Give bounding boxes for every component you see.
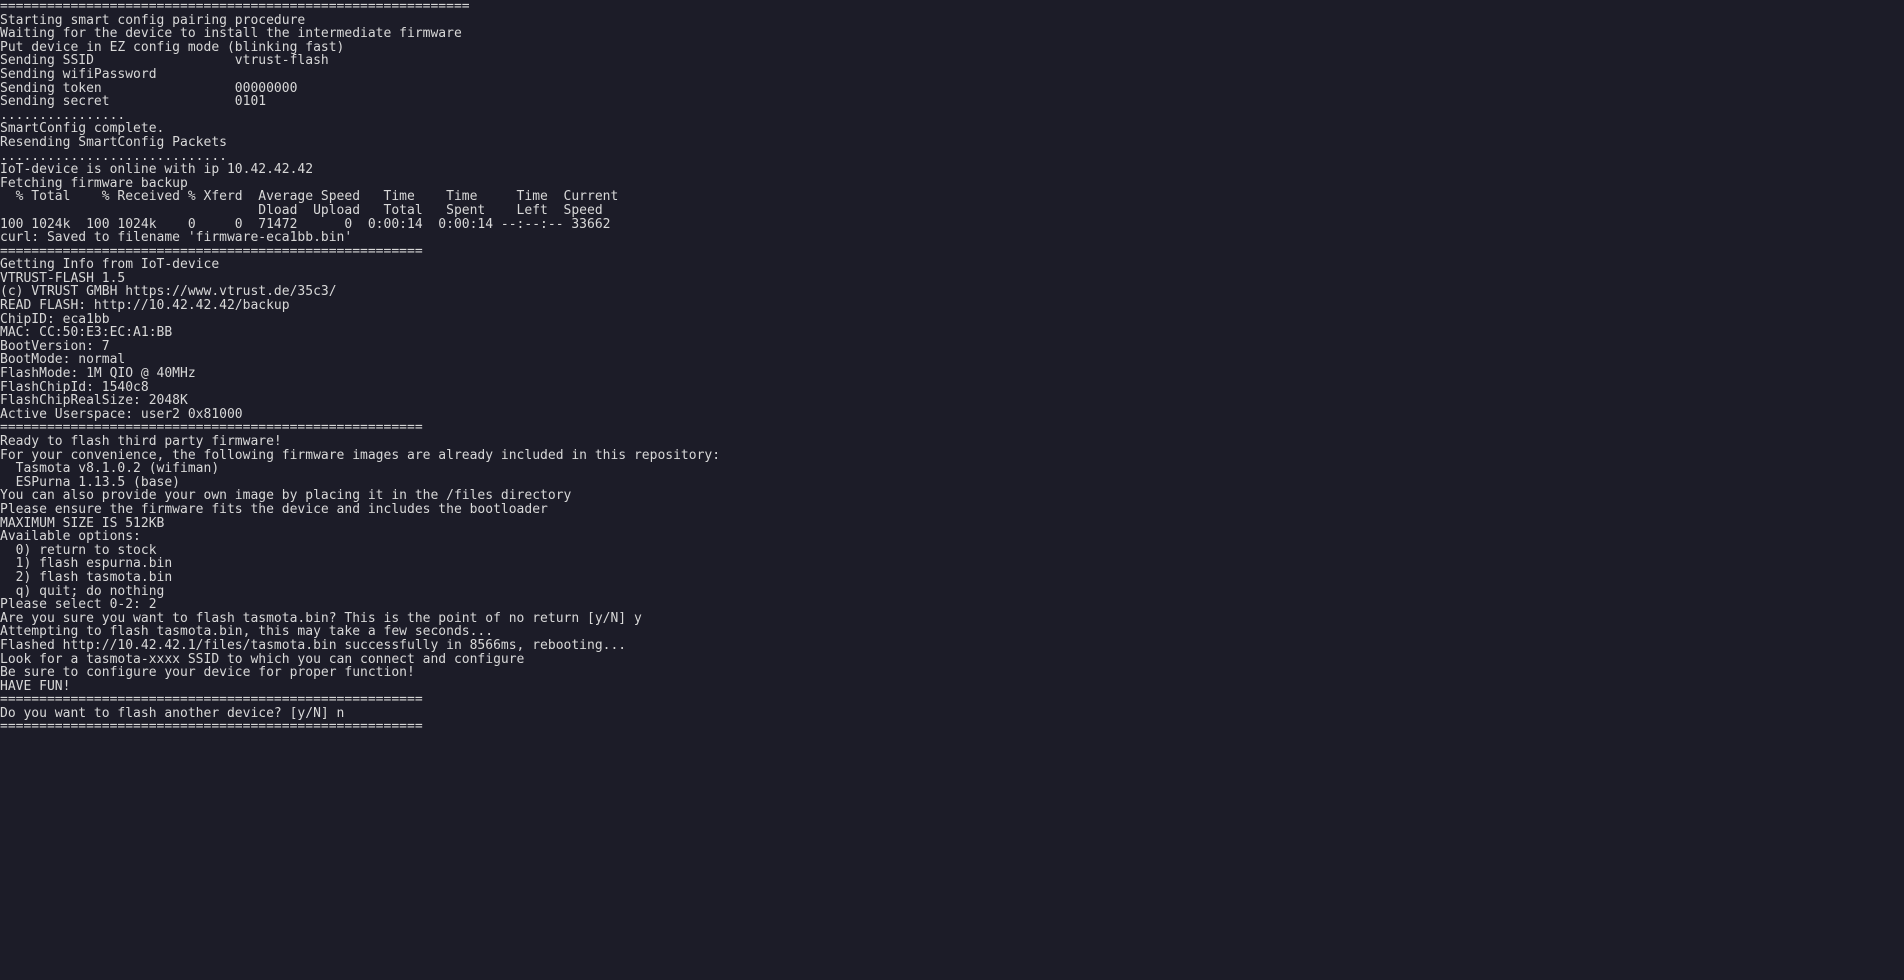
terminal-line: Getting Info from IoT-device bbox=[0, 258, 1904, 272]
terminal-line: Sending SSID vtrust-flash bbox=[0, 54, 1904, 68]
terminal-line: Please select 0-2: 2 bbox=[0, 598, 1904, 612]
terminal-line: Flashed http://10.42.42.1/files/tasmota.… bbox=[0, 639, 1904, 653]
terminal-line: q) quit; do nothing bbox=[0, 585, 1904, 599]
terminal-line: Resending SmartConfig Packets bbox=[0, 136, 1904, 150]
terminal-line: HAVE FUN! bbox=[0, 680, 1904, 694]
terminal-line: ========================================… bbox=[0, 0, 1904, 14]
terminal-line: 1) flash espurna.bin bbox=[0, 557, 1904, 571]
terminal-line: FlashChipRealSize: 2048K bbox=[0, 394, 1904, 408]
terminal-line: Waiting for the device to install the in… bbox=[0, 27, 1904, 41]
terminal-line: MAXIMUM SIZE IS 512KB bbox=[0, 517, 1904, 531]
terminal-line: You can also provide your own image by p… bbox=[0, 489, 1904, 503]
terminal-line: ESPurna 1.13.5 (base) bbox=[0, 476, 1904, 490]
terminal-line: Available options: bbox=[0, 530, 1904, 544]
terminal-line: ========================================… bbox=[0, 421, 1904, 435]
terminal-line: ========================================… bbox=[0, 693, 1904, 707]
terminal-line: Dload Upload Total Spent Left Speed bbox=[0, 204, 1904, 218]
terminal-line: 0) return to stock bbox=[0, 544, 1904, 558]
terminal-line: Sending secret 0101 bbox=[0, 95, 1904, 109]
terminal-line: (c) VTRUST GMBH https://www.vtrust.de/35… bbox=[0, 285, 1904, 299]
terminal-line: curl: Saved to filename 'firmware-eca1bb… bbox=[0, 231, 1904, 245]
terminal-line: ............................. bbox=[0, 150, 1904, 164]
terminal-line: Fetching firmware backup bbox=[0, 177, 1904, 191]
terminal-output[interactable]: ========================================… bbox=[0, 0, 1904, 734]
terminal-line: ========================================… bbox=[0, 720, 1904, 734]
terminal-line: READ FLASH: http://10.42.42.42/backup bbox=[0, 299, 1904, 313]
terminal-line: Look for a tasmota-xxxx SSID to which yo… bbox=[0, 653, 1904, 667]
terminal-line: Are you sure you want to flash tasmota.b… bbox=[0, 612, 1904, 626]
terminal-line: VTRUST-FLASH 1.5 bbox=[0, 272, 1904, 286]
terminal-line: Be sure to configure your device for pro… bbox=[0, 666, 1904, 680]
terminal-line: MAC: CC:50:E3:EC:A1:BB bbox=[0, 326, 1904, 340]
terminal-line: SmartConfig complete. bbox=[0, 122, 1904, 136]
terminal-line: ................ bbox=[0, 109, 1904, 123]
terminal-line: 100 1024k 100 1024k 0 0 71472 0 0:00:14 … bbox=[0, 218, 1904, 232]
terminal-line: Sending token 00000000 bbox=[0, 82, 1904, 96]
terminal-line: Active Userspace: user2 0x81000 bbox=[0, 408, 1904, 422]
terminal-line: BootVersion: 7 bbox=[0, 340, 1904, 354]
terminal-line: Attempting to flash tasmota.bin, this ma… bbox=[0, 625, 1904, 639]
terminal-line: FlashMode: 1M QIO @ 40MHz bbox=[0, 367, 1904, 381]
terminal-line: Starting smart config pairing procedure bbox=[0, 14, 1904, 28]
terminal-line: % Total % Received % Xferd Average Speed… bbox=[0, 190, 1904, 204]
terminal-line: Please ensure the firmware fits the devi… bbox=[0, 503, 1904, 517]
terminal-line: FlashChipId: 1540c8 bbox=[0, 381, 1904, 395]
terminal-line: Ready to flash third party firmware! bbox=[0, 435, 1904, 449]
terminal-line: Sending wifiPassword bbox=[0, 68, 1904, 82]
terminal-line: Put device in EZ config mode (blinking f… bbox=[0, 41, 1904, 55]
terminal-line: Do you want to flash another device? [y/… bbox=[0, 707, 1904, 721]
terminal-line: BootMode: normal bbox=[0, 353, 1904, 367]
terminal-line: IoT-device is online with ip 10.42.42.42 bbox=[0, 163, 1904, 177]
terminal-line: Tasmota v8.1.0.2 (wifiman) bbox=[0, 462, 1904, 476]
terminal-line: 2) flash tasmota.bin bbox=[0, 571, 1904, 585]
terminal-line: ========================================… bbox=[0, 245, 1904, 259]
terminal-line: ChipID: eca1bb bbox=[0, 313, 1904, 327]
terminal-line: For your convenience, the following firm… bbox=[0, 449, 1904, 463]
